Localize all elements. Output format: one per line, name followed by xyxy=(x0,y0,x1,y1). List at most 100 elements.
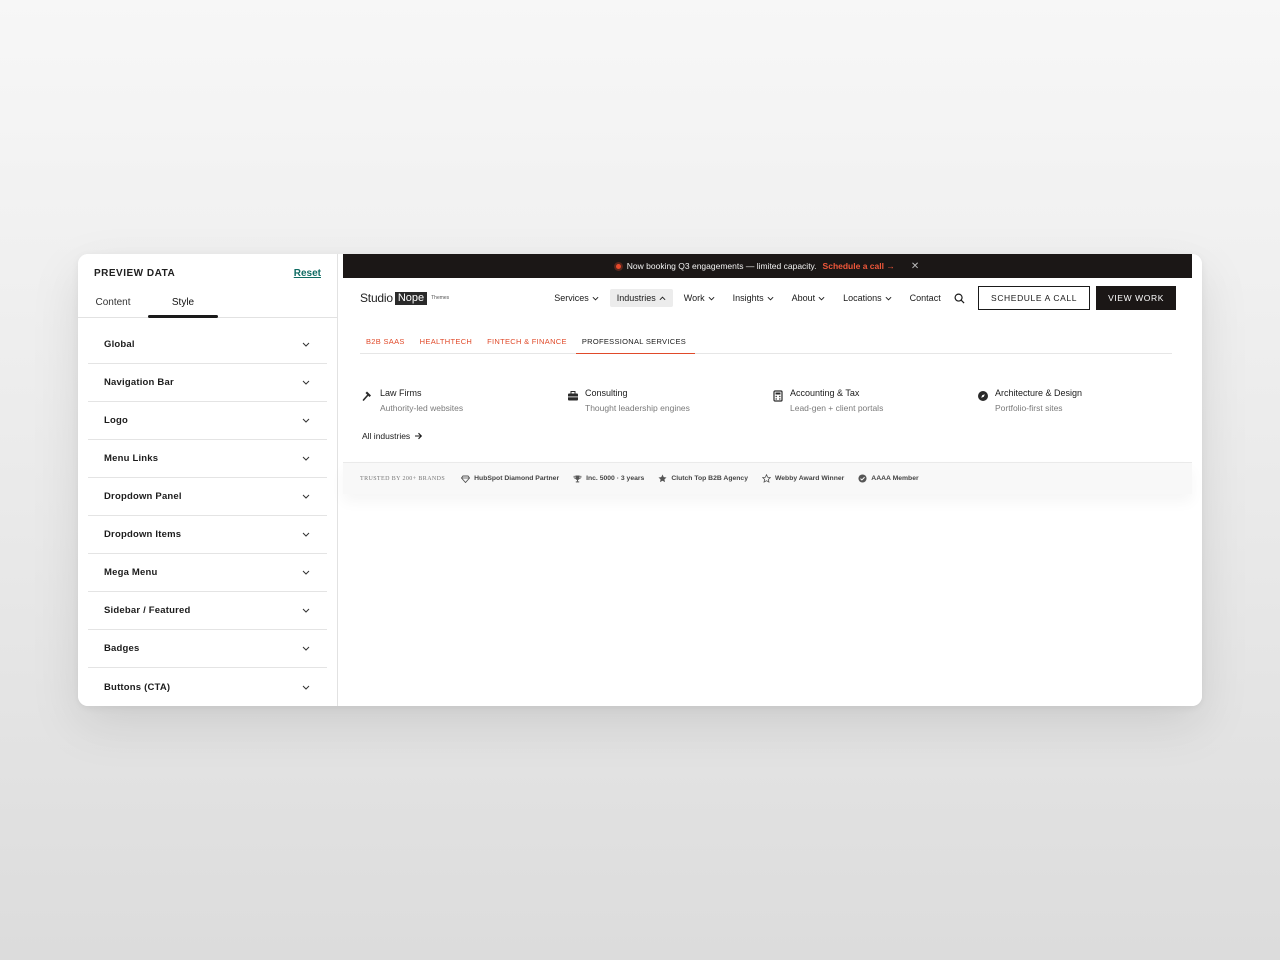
item-title: Architecture & Design xyxy=(995,388,1083,398)
accordion-navigation-bar[interactable]: Navigation Bar xyxy=(88,364,327,402)
accordion-label: Dropdown Items xyxy=(104,529,182,540)
menu-item-about[interactable]: About xyxy=(785,289,833,307)
chevron-down-icon xyxy=(301,492,311,502)
accordion-sidebar-featured[interactable]: Sidebar / Featured xyxy=(88,592,327,630)
trust-label: TRUSTED BY 200+ BRANDS xyxy=(360,475,446,482)
chevron-up-icon xyxy=(659,296,666,300)
logo[interactable]: Studio Nope Themes xyxy=(360,291,449,305)
chevron-down-icon xyxy=(301,454,311,464)
accordion-buttons-cta[interactable]: Buttons (CTA) xyxy=(88,668,327,706)
accordion-label: Buttons (CTA) xyxy=(104,681,171,693)
all-industries-link[interactable]: All industries xyxy=(362,431,423,441)
tab-b2b-saas[interactable]: B2B SAAS xyxy=(360,332,414,353)
menu-item-locations[interactable]: Locations xyxy=(836,289,899,307)
app-window: PREVIEW DATA Reset Content Style Global … xyxy=(78,254,1202,706)
badge-clutch: Clutch Top B2B Agency xyxy=(658,474,748,483)
live-dot-icon xyxy=(615,263,621,269)
view-work-button[interactable]: VIEW WORK xyxy=(1096,286,1176,310)
mega-menu-items: Law Firms Authority-led websites Consulti… xyxy=(362,388,1182,413)
item-accounting-tax[interactable]: Accounting & Tax Lead-gen + client portal… xyxy=(772,388,977,413)
schedule-call-button[interactable]: SCHEDULE A CALL xyxy=(978,286,1091,310)
check-circle-icon xyxy=(858,474,867,483)
star-filled-icon xyxy=(658,474,667,483)
accordion-label: Logo xyxy=(104,415,129,426)
site-preview: Now booking Q3 engagements — limited cap… xyxy=(338,254,1202,706)
accordion-logo[interactable]: Logo xyxy=(88,402,327,440)
item-architecture-design[interactable]: Architecture & Design Portfolio-first sit… xyxy=(977,388,1182,413)
industry-tabs: B2B SAAS HEALTHTECH FINTECH & FINANCE PR… xyxy=(360,332,1172,354)
item-desc: Thought leadership engines xyxy=(585,403,690,413)
item-title: Law Firms xyxy=(380,388,422,398)
accordion-dropdown-panel[interactable]: Dropdown Panel xyxy=(88,478,327,516)
item-title: Consulting xyxy=(585,388,628,398)
item-law-firms[interactable]: Law Firms Authority-led websites xyxy=(362,388,567,413)
menu-item-work[interactable]: Work xyxy=(677,289,722,307)
tab-style[interactable]: Style xyxy=(148,292,218,318)
chevron-down-icon xyxy=(767,296,774,300)
menu-label: Work xyxy=(683,293,705,303)
accordion-label: Badges xyxy=(104,643,140,654)
menu-label: Insights xyxy=(732,293,764,303)
all-industries-label: All industries xyxy=(362,431,411,441)
badge-label: AAAA Member xyxy=(871,475,919,482)
accordion-global[interactable]: Global xyxy=(88,326,327,364)
menu-label: Locations xyxy=(843,293,882,303)
tab-healthtech[interactable]: HEALTHTECH xyxy=(414,332,481,353)
briefcase-icon xyxy=(567,390,579,402)
accordion-badges[interactable]: Badges xyxy=(88,630,327,668)
accordion-mega-menu[interactable]: Mega Menu xyxy=(88,554,327,592)
tab-fintech-finance[interactable]: FINTECH & FINANCE xyxy=(481,332,576,353)
accordion-label: Menu Links xyxy=(104,453,159,464)
menu-item-contact[interactable]: Contact xyxy=(903,289,948,307)
chevron-down-icon xyxy=(301,340,311,350)
menu-item-industries[interactable]: Industries xyxy=(609,289,673,307)
badge-label: Inc. 5000 · 3 years xyxy=(586,475,645,482)
chevron-down-icon xyxy=(301,530,311,540)
badge-aaaa: AAAA Member xyxy=(858,474,919,483)
logo-studio: Studio xyxy=(360,291,393,305)
logo-themes: Themes xyxy=(431,295,450,301)
chevron-down-icon xyxy=(301,682,311,692)
announcement-text: Now booking Q3 engagements — limited cap… xyxy=(626,261,817,271)
panel-tabs: Content Style xyxy=(78,292,337,318)
chevron-down-icon xyxy=(301,416,311,426)
badge-inc-5000: Inc. 5000 · 3 years xyxy=(573,475,644,483)
close-icon[interactable]: ✕ xyxy=(911,261,919,272)
badge-webby: Webby Award Winner xyxy=(761,474,844,483)
menu-item-insights[interactable]: Insights xyxy=(726,289,781,307)
accordion-menu-links[interactable]: Menu Links xyxy=(88,440,327,478)
chevron-down-icon xyxy=(708,296,715,300)
item-desc: Portfolio-first sites xyxy=(995,403,1063,413)
calculator-icon xyxy=(772,390,784,402)
reset-link[interactable]: Reset xyxy=(294,268,321,279)
menu-label: About xyxy=(791,293,816,303)
star-outline-icon xyxy=(761,474,771,483)
tab-professional-services[interactable]: PROFESSIONAL SERVICES xyxy=(575,332,696,354)
accordion-label: Dropdown Panel xyxy=(104,491,182,502)
chevron-down-icon xyxy=(592,296,599,300)
preview-data-panel: PREVIEW DATA Reset Content Style Global … xyxy=(78,254,338,706)
item-consulting[interactable]: Consulting Thought leadership engines xyxy=(567,388,772,413)
trophy-icon xyxy=(573,475,582,482)
nav-actions: SCHEDULE A CALL VIEW WORK xyxy=(952,286,1176,310)
menu-label: Contact xyxy=(909,293,941,303)
tab-content[interactable]: Content xyxy=(78,292,148,317)
arrow-right-icon xyxy=(415,432,423,440)
menu-label: Services xyxy=(554,293,589,303)
menu-item-services[interactable]: Services xyxy=(547,289,606,307)
accordion-label: Global xyxy=(104,339,135,350)
accordion-label: Sidebar / Featured xyxy=(104,605,191,616)
chevron-down-icon xyxy=(818,296,825,300)
accordion-dropdown-items[interactable]: Dropdown Items xyxy=(88,516,327,554)
schedule-call-link[interactable]: Schedule a call → xyxy=(823,261,895,271)
badge-label: HubSpot Diamond Partner xyxy=(474,475,560,482)
badge-hubspot: HubSpot Diamond Partner xyxy=(461,475,559,483)
accordion-label: Navigation Bar xyxy=(104,377,174,388)
accordion-list: Global Navigation Bar Logo Menu Links Dr… xyxy=(78,326,337,706)
menu-label: Industries xyxy=(616,293,656,303)
diamond-icon xyxy=(461,475,471,483)
logo-nope: Nope xyxy=(394,291,428,305)
search-icon[interactable] xyxy=(952,291,966,305)
compass-icon xyxy=(977,390,989,402)
item-desc: Lead-gen + client portals xyxy=(790,403,884,413)
